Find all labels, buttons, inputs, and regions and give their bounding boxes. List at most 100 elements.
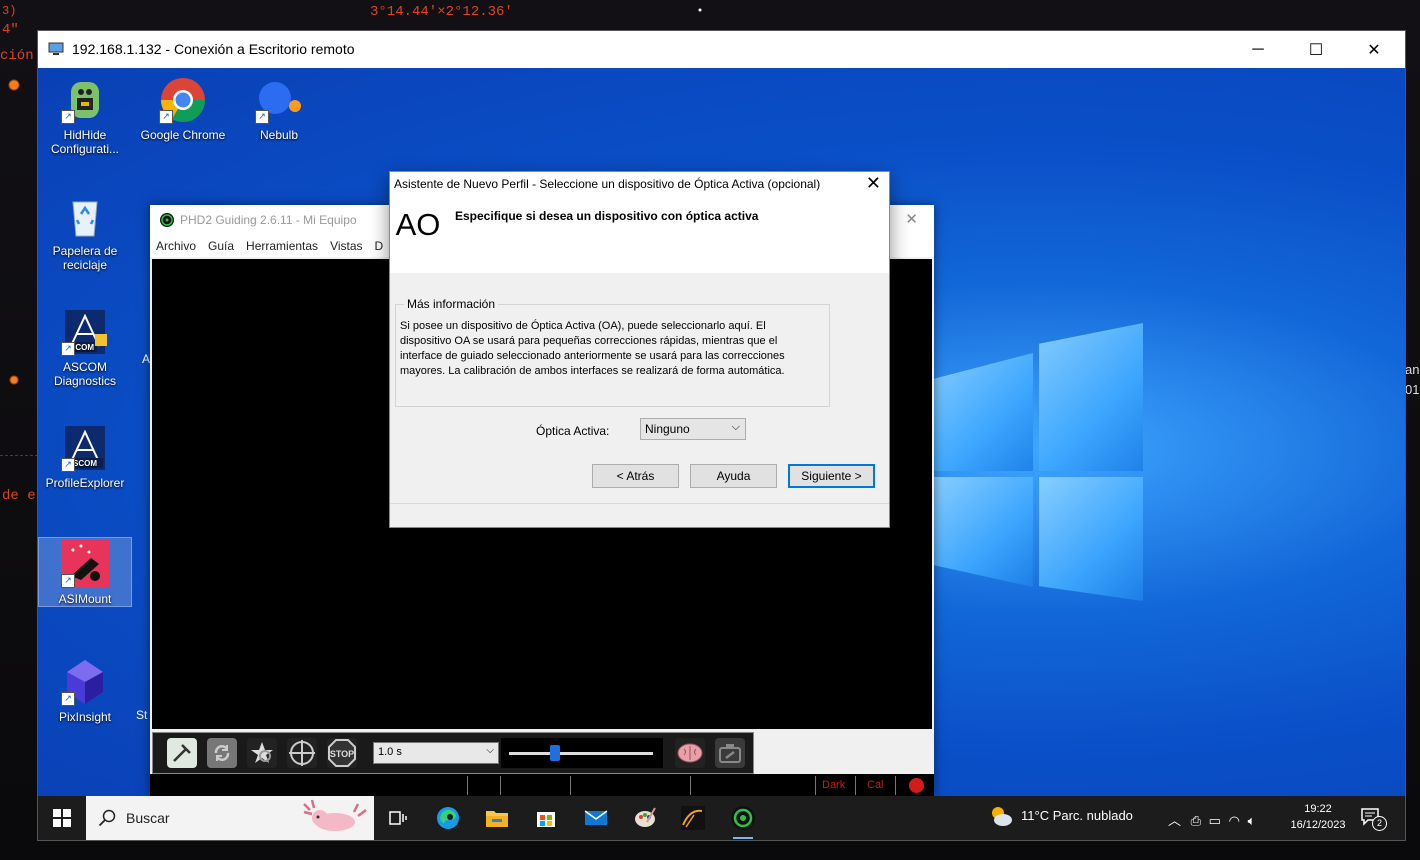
loop-button[interactable] [207,738,237,768]
minimize-button[interactable]: ─ [1229,31,1287,68]
paint-button[interactable] [630,803,660,833]
loop-icon [214,745,230,761]
remote-desktop-window: 192.168.1.132 - Conexión a Escritorio re… [38,31,1405,840]
chevron-down-icon: ⌵ [731,421,740,433]
desktop-icon-ascom-diagnostics[interactable]: SCOM ↗ ASCOM Diagnostics [39,308,131,388]
weather-partly-cloudy-icon [992,807,1012,826]
desktop-icon-asimount[interactable]: ↗ ASIMount [38,537,132,607]
edge-button[interactable] [433,803,463,833]
outer-grid-line [0,455,38,456]
gamma-slider[interactable] [501,738,663,768]
search-icon [98,809,116,827]
store-button[interactable] [531,803,561,833]
menu-partial[interactable]: D [369,235,390,257]
edge-icon [437,807,459,829]
calibration-status: Cal [867,779,884,791]
chevron-up-icon[interactable]: ︿ [1168,813,1181,828]
desktop-icon-label: HidHide Configurati... [50,128,120,156]
close-button[interactable]: ✕ [1345,31,1403,68]
axolotl-search-highlight-icon [303,799,367,831]
clock-date: 16/12/2023 [1290,819,1346,831]
remote-desktop-icon [48,42,64,55]
weather-text[interactable]: 11°C Parc. nublado [1021,808,1133,823]
phd2-close-button[interactable]: ✕ [905,210,918,228]
outer-coordinate-text: 3°14.44'×2°12.36' [370,4,513,20]
battery-icon[interactable]: ▭ [1209,813,1221,828]
next-button[interactable]: Siguiente > [788,464,875,488]
phd2-taskbar-button[interactable] [728,803,758,839]
more-info-group: Más información Si posee un dispositivo … [395,297,830,407]
brain-button[interactable] [675,738,705,768]
slider-track [509,752,653,755]
active-optics-dropdown[interactable]: Ninguno ⌵ [640,418,746,440]
wizard-close-button[interactable]: ✕ [866,173,881,194]
camera-settings-button[interactable] [715,738,745,768]
wifi-icon[interactable]: ◠ [1229,813,1240,828]
store-icon [537,812,555,827]
mail-button[interactable] [581,803,611,833]
desktop-icon-label: Google Chrome [140,128,226,142]
slider-thumb[interactable] [550,745,561,761]
partial-icon-label: A [142,352,151,366]
outer-side-text: an [1405,362,1420,377]
task-view-button[interactable] [383,803,413,833]
volume-icon[interactable]: 🔈︎ [1248,813,1256,828]
notification-center-button[interactable]: 2 [1360,806,1387,831]
taskbar-search-box[interactable]: Buscar [86,796,374,840]
desktop-icon-nebulb[interactable]: ↗ Nebulb [233,76,325,142]
stop-sign-icon: STOP [328,739,356,767]
windows-start-icon [53,809,71,827]
astro-app-icon [681,806,705,830]
desktop-icon-recycle-bin[interactable]: Papelera de reciclaje [39,192,131,272]
stop-button[interactable]: STOP [327,738,357,768]
rdp-title-bar[interactable]: 192.168.1.132 - Conexión a Escritorio re… [38,31,1405,68]
partial-icon-label: St [136,708,148,722]
stop-label: STOP [330,749,354,759]
asimount-icon: ↗ [61,540,109,588]
maximize-button[interactable]: ☐ [1287,31,1345,68]
usb-plug-icon [173,744,191,762]
brain-icon [677,743,703,763]
guide-status-led-icon [909,778,924,793]
taskbar-clock[interactable]: 19:22 16/12/2023 [1283,801,1353,833]
camera-connect-button[interactable] [167,738,197,768]
rdp-title: 192.168.1.132 - Conexión a Escritorio re… [72,41,355,57]
menu-herramientas[interactable]: Herramientas [240,235,324,257]
recycle-bin-icon [61,192,109,240]
remote-desktop: ↗ HidHide Configurati... ↗ Google Chrome… [38,68,1405,840]
phd2-icon [731,806,755,830]
desktop-icon-hidhide[interactable]: ↗ HidHide Configurati... [39,76,131,156]
camera-wrench-icon [719,744,741,763]
wizard-title-bar[interactable]: Asistente de Nuevo Perfil - Seleccione u… [390,172,889,196]
meet-now-icon[interactable]: ⎙ [1191,813,1201,828]
auto-select-star-button[interactable] [247,738,277,768]
outer-side-text: 4" [2,22,19,38]
help-button[interactable]: Ayuda [690,464,777,488]
astro-app-button[interactable] [678,803,708,833]
task-view-icon [389,811,407,825]
nebulb-icon: ↗ [255,76,303,124]
desktop-icon-label: ProfileExplorer [45,476,125,490]
menu-guia[interactable]: Guía [202,235,240,257]
exposure-value: 1.0 s [378,746,402,758]
desktop-icon-pixinsight[interactable]: ↗ PixInsight [39,658,131,724]
start-button[interactable] [38,796,86,840]
notification-count: 2 [1372,816,1387,831]
chrome-icon: ↗ [159,76,207,124]
pixinsight-icon: ↗ [61,658,109,706]
wizard-separator [390,503,889,504]
file-explorer-button[interactable] [482,803,512,833]
hidhide-icon: ↗ [61,76,109,124]
desktop-icon-profile-explorer[interactable]: SCOM ↗ ProfileExplorer [39,424,131,490]
guide-button[interactable] [287,738,317,768]
desktop-icon-label: PixInsight [58,710,112,724]
desktop-icon-chrome[interactable]: ↗ Google Chrome [137,76,229,142]
wizard-title: Asistente de Nuevo Perfil - Seleccione u… [394,177,821,191]
menu-archivo[interactable]: Archivo [150,235,202,257]
back-button[interactable]: < Atrás [592,464,679,488]
new-profile-wizard-dialog: Asistente de Nuevo Perfil - Seleccione u… [389,171,890,528]
exposure-dropdown[interactable]: 1.0 s ⌵ [373,742,499,764]
menu-vistas[interactable]: Vistas [324,235,368,257]
ascom-icon: SCOM ↗ [61,308,109,356]
wizard-heading: Especifique si desea un dispositivo con … [455,209,759,223]
